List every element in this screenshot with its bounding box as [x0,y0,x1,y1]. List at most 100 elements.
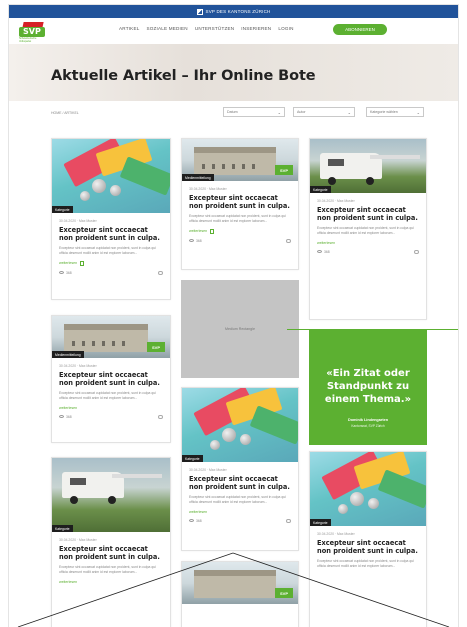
quote-text: «Ein Zitat oder Standpunkt zu einem Them… [324,368,412,405]
category-tag[interactable]: Kategorie [52,525,73,532]
article-meta: 30.04.2020 · Max Muster [189,187,227,191]
logo-text: SVP [23,27,41,36]
author-filter-select[interactable]: Autor ⌄ [293,107,355,117]
article-title[interactable]: Excepteur sint occaecat non proident sun… [189,475,291,491]
category-tag[interactable]: Medienmitteilung [52,351,84,358]
article-image-building: SVP Medienmitteilung [182,139,298,181]
category-tag[interactable]: Kategorie [52,206,73,213]
page-sheet: SVP DES KANTONS ZÜRICH SVP Schweizerisch… [8,4,459,627]
chevron-down-icon: ⌄ [347,110,351,115]
eye-icon [59,271,64,275]
category-filter-select[interactable]: Kategorie wählen ⌄ [366,107,424,117]
article-title[interactable]: Excepteur sint occaecat non proident sun… [317,539,419,555]
article-meta: 30.04.2020 · Max Muster [59,364,97,368]
read-more-link[interactable]: weiterlesen [189,229,207,233]
trash-icon[interactable] [80,260,85,266]
read-more-link[interactable]: weiterlesen [189,510,207,514]
article-title[interactable]: Excepteur sint occaecat non proident sun… [59,371,163,387]
comment-icon[interactable] [286,518,291,523]
article-title[interactable]: Excepteur sint occaecat non proident sun… [59,226,163,242]
hero-banner: Aktuelle Artikel – Ihr Online Bote [9,44,458,101]
eye-icon [317,250,322,254]
svp-logo[interactable]: SVP Schweizerische Volkspartei [17,22,47,43]
svp-badge: SVP [275,588,293,598]
nav-menu: ARTIKEL SOZIALE MEDIEN UNTERSTÜTZEN INSE… [119,26,294,31]
chevron-down-icon: ⌄ [277,110,281,115]
quote-role: Kantonsrat, SVP Zürich [351,424,385,428]
read-more-link[interactable]: weiterlesen [59,406,77,410]
article-image-camper: Kategorie [52,458,170,532]
article-card[interactable]: SVP Medienmitteilung 30.04.2020 · Max Mu… [181,138,299,270]
comment-icon[interactable] [158,414,163,419]
article-excerpt: Excepteur sint occaecat cupidatat non pr… [317,226,414,235]
category-tag[interactable]: Kategorie [310,186,331,193]
quote-box: «Ein Zitat oder Standpunkt zu einem Them… [309,329,427,445]
article-meta: 30.04.2020 · Max Muster [189,468,227,472]
view-count: 368 [324,249,330,254]
read-more-link[interactable]: weiterlesen [317,241,335,245]
ad-medium-rectangle[interactable]: Medium Rectangle [181,280,299,378]
nav-item-unterstuetzen[interactable]: UNTERSTÜTZEN [195,26,234,31]
page-title: Aktuelle Artikel – Ihr Online Bote [51,68,316,84]
article-image-money: Kategorie [52,139,170,213]
top-bar-text: SVP DES KANTONS ZÜRICH [205,9,271,14]
read-more-link[interactable]: weiterlesen [59,580,77,584]
article-card[interactable]: SVP [181,561,299,627]
article-meta: 30.04.2020 · Max Muster [317,199,355,203]
article-image-building: SVP [182,562,298,604]
chevron-down-icon: ⌄ [416,110,420,115]
subscribe-button[interactable]: ABONNIEREN [333,24,387,35]
read-more-link[interactable]: weiterlesen [59,261,77,265]
category-tag[interactable]: Kategorie [182,455,203,462]
article-card[interactable]: Kategorie 30.04.2020 · Max Muster Except… [309,451,427,627]
zurich-flag-icon [196,8,203,15]
category-tag[interactable]: Medienmitteilung [182,174,214,181]
date-filter-select[interactable]: Datum ⌄ [223,107,285,117]
eye-icon [189,239,194,243]
article-title[interactable]: Excepteur sint occaecat non proident sun… [59,545,163,561]
comment-icon[interactable] [286,238,291,243]
eye-icon [59,415,64,419]
nav-item-login[interactable]: LOGIN [278,26,293,31]
article-meta: 30.04.2020 · Max Muster [317,532,355,536]
view-count: 368 [66,414,72,419]
article-excerpt: Excepteur sint occaecat cupidatat non pr… [189,495,286,504]
article-meta: 30.04.2020 · Max Muster [59,219,97,223]
quote-author: Dominik Lindengarten [347,418,389,422]
category-tag[interactable]: Kategorie [310,519,331,526]
view-count: 368 [196,238,202,243]
main-navigation: SVP Schweizerische Volkspartei ARTIKEL S… [9,18,458,44]
article-excerpt: Excepteur sint occaecat cupidatat non pr… [59,246,156,255]
article-card[interactable]: Kategorie 30.04.2020 · Max Muster Except… [181,387,299,551]
article-card[interactable]: SVP Medienmitteilung 30.04.2020 · Max Mu… [51,315,171,443]
trash-icon[interactable] [210,228,215,234]
article-image-building: SVP Medienmitteilung [52,316,170,358]
svp-badge: SVP [147,342,165,352]
nav-item-inserieren[interactable]: INSERIEREN [241,26,271,31]
breadcrumb[interactable]: HOME / ARTIKEL [51,111,79,115]
article-excerpt: Excepteur sint occaecat cupidatat non pr… [189,214,286,223]
article-title[interactable]: Excepteur sint occaecat non proident sun… [317,206,419,222]
view-count: 368 [66,270,72,275]
nav-item-soziale-medien[interactable]: SOZIALE MEDIEN [146,26,187,31]
article-card[interactable]: Kategorie 30.04.2020 · Max Muster Except… [309,138,427,320]
nav-item-artikel[interactable]: ARTIKEL [119,26,139,31]
comment-icon[interactable] [414,249,419,254]
article-excerpt: Excepteur sint occaecat cupidatat non pr… [59,565,156,574]
ad-label: Medium Rectangle [225,327,255,331]
comment-icon[interactable] [158,270,163,275]
article-card[interactable]: Kategorie 30.04.2020 · Max Muster Except… [51,457,171,627]
logo-subtext: Schweizerische Volkspartei [19,37,37,43]
top-bar: SVP DES KANTONS ZÜRICH [9,5,458,18]
eye-icon [189,519,194,523]
article-meta: 30.04.2020 · Max Muster [59,538,97,542]
view-count: 368 [196,518,202,523]
svp-badge: SVP [275,165,293,175]
article-image-money: Kategorie [310,452,426,526]
article-card[interactable]: Kategorie 30.04.2020 · Max Muster Except… [51,138,171,300]
article-excerpt: Excepteur sint occaecat cupidatat non pr… [59,391,156,400]
article-title[interactable]: Excepteur sint occaecat non proident sun… [189,194,291,210]
article-image-money: Kategorie [182,388,298,462]
article-image-camper: Kategorie [310,139,426,193]
filter-row: HOME / ARTIKEL Datum ⌄ Autor ⌄ Kategorie w… [9,101,458,129]
